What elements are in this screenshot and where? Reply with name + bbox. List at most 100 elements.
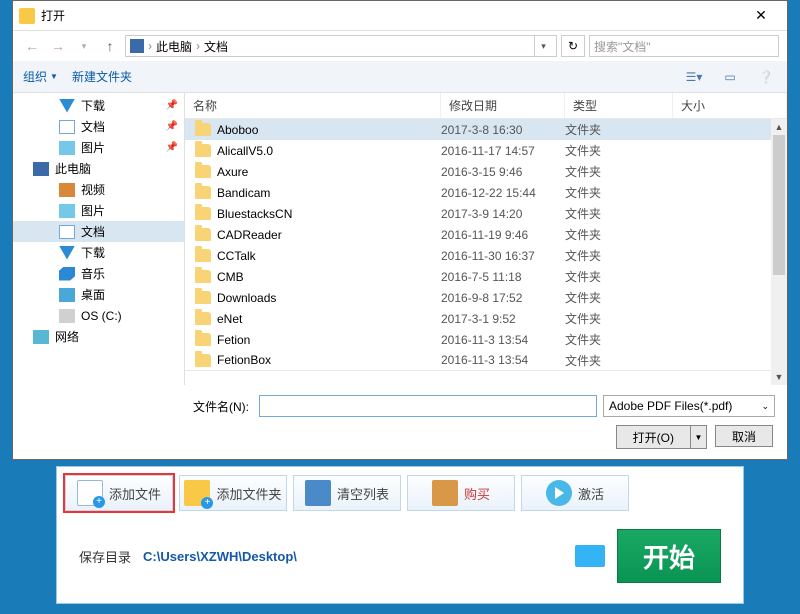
file-name: CMB bbox=[217, 270, 244, 284]
tree-item-label: 网络 bbox=[55, 328, 79, 345]
folder-icon bbox=[195, 354, 211, 367]
tree-文档[interactable]: 文档 bbox=[13, 221, 184, 242]
tree-OS (C:)[interactable]: OS (C:) bbox=[13, 305, 184, 326]
tree-图片[interactable]: 图片 bbox=[13, 200, 184, 221]
file-row[interactable]: Downloads2016-9-8 17:52文件夹 bbox=[185, 287, 787, 308]
mus-icon bbox=[59, 267, 75, 281]
tree-item-label: 下载 bbox=[81, 244, 105, 261]
file-row[interactable]: AlicallV5.02016-11-17 14:57文件夹 bbox=[185, 140, 787, 161]
folder-icon bbox=[195, 123, 211, 136]
file-open-dialog: 打开 ✕ ← → ▾ ↑ › 此电脑 › 文档 ▾ ↻ 搜索"文档" 组织 ▼ … bbox=[12, 0, 788, 460]
folder-icon bbox=[195, 228, 211, 241]
col-date-header[interactable]: 修改日期 bbox=[441, 93, 565, 118]
img-icon bbox=[59, 204, 75, 218]
tree-下载[interactable]: 下载📌 bbox=[13, 95, 184, 116]
file-row[interactable]: Axure2016-3-15 9:46文件夹 bbox=[185, 161, 787, 182]
file-row[interactable]: CCTalk2016-11-30 16:37文件夹 bbox=[185, 245, 787, 266]
pin-icon: 📌 bbox=[166, 121, 178, 132]
tree-音乐[interactable]: 音乐 bbox=[13, 263, 184, 284]
file-type: 文件夹 bbox=[565, 226, 673, 243]
scroll-down-icon[interactable]: ▼ bbox=[771, 369, 787, 385]
file-date: 2017-3-1 9:52 bbox=[441, 312, 565, 326]
organize-menu[interactable]: 组织 ▼ bbox=[23, 68, 58, 85]
file-type-filter[interactable]: Adobe PDF Files(*.pdf)⌄ bbox=[603, 395, 775, 417]
clear-list-button[interactable]: 清空列表 bbox=[293, 475, 401, 511]
view-menu-icon[interactable]: ☰▾ bbox=[683, 66, 705, 88]
file-type: 文件夹 bbox=[565, 205, 673, 222]
file-date: 2016-11-19 9:46 bbox=[441, 228, 565, 242]
close-button[interactable]: ✕ bbox=[741, 7, 781, 24]
tree-网络[interactable]: 网络 bbox=[13, 326, 184, 347]
scrollbar[interactable]: ▲ ▼ bbox=[771, 119, 787, 385]
tree-文档[interactable]: 文档 📌 bbox=[13, 116, 184, 137]
tree-桌面[interactable]: 桌面 bbox=[13, 284, 184, 305]
browse-folder-icon[interactable] bbox=[575, 545, 605, 567]
file-row[interactable]: Aboboo2017-3-8 16:30文件夹 bbox=[185, 119, 787, 140]
activate-button[interactable]: 激活 bbox=[521, 475, 629, 511]
search-input[interactable]: 搜索"文档" bbox=[589, 35, 779, 57]
tree-图片[interactable]: 图片📌 bbox=[13, 137, 184, 158]
preview-pane-icon[interactable]: ▭ bbox=[719, 66, 741, 88]
file-row[interactable]: Bandicam2016-12-22 15:44文件夹 bbox=[185, 182, 787, 203]
file-name: AlicallV5.0 bbox=[217, 144, 273, 158]
breadcrumb-documents[interactable]: 文档 bbox=[204, 38, 228, 55]
tree-item-label: 视频 bbox=[81, 181, 105, 198]
tree-item-label: 下载 bbox=[81, 97, 105, 114]
open-dropdown[interactable]: ▼ bbox=[690, 426, 706, 448]
folder-plus-icon bbox=[184, 480, 210, 506]
breadcrumb-this-pc[interactable]: 此电脑 bbox=[156, 38, 192, 55]
file-date: 2017-3-8 16:30 bbox=[441, 123, 565, 137]
add-folder-button[interactable]: 添加文件夹 bbox=[179, 475, 287, 511]
folder-icon bbox=[195, 312, 211, 325]
file-row[interactable]: eNet2017-3-1 9:52文件夹 bbox=[185, 308, 787, 329]
help-icon[interactable]: ❔ bbox=[755, 66, 777, 88]
folder-icon bbox=[195, 333, 211, 346]
add-file-button[interactable]: 添加文件 bbox=[65, 475, 173, 511]
file-name: Axure bbox=[217, 165, 248, 179]
file-type: 文件夹 bbox=[565, 184, 673, 201]
file-row[interactable]: FetionBox2016-11-3 13:54文件夹 bbox=[185, 350, 787, 371]
filename-input[interactable] bbox=[259, 395, 597, 417]
open-button[interactable]: 打开(O) bbox=[617, 426, 690, 448]
navbar: ← → ▾ ↑ › 此电脑 › 文档 ▾ ↻ 搜索"文档" bbox=[13, 31, 787, 61]
forward-button[interactable]: → bbox=[47, 35, 69, 57]
col-size-header[interactable]: 大小 bbox=[673, 93, 787, 118]
tree-此电脑[interactable]: 此电脑 bbox=[13, 158, 184, 179]
file-row[interactable]: BluestacksCN2017-3-9 14:20文件夹 bbox=[185, 203, 787, 224]
recent-dropdown[interactable]: ▾ bbox=[73, 35, 95, 57]
refresh-button[interactable]: ↻ bbox=[561, 35, 585, 57]
file-row[interactable]: CMB 2016-7-5 11:18文件夹 bbox=[185, 266, 787, 287]
buy-button[interactable]: 购买 bbox=[407, 475, 515, 511]
start-button[interactable]: 开始 bbox=[617, 529, 721, 583]
tree-视频[interactable]: 视频 bbox=[13, 179, 184, 200]
address-dropdown[interactable]: ▾ bbox=[534, 36, 552, 56]
chevron-icon: › bbox=[148, 39, 152, 53]
folder-icon bbox=[195, 144, 211, 157]
up-button[interactable]: ↑ bbox=[99, 35, 121, 57]
col-name-header[interactable]: 名称 bbox=[185, 93, 441, 118]
scroll-thumb[interactable] bbox=[773, 135, 785, 275]
down-icon bbox=[59, 246, 75, 260]
file-date: 2016-11-30 16:37 bbox=[441, 249, 565, 263]
file-type: 文件夹 bbox=[565, 268, 673, 285]
file-date: 2016-7-5 11:18 bbox=[441, 270, 565, 284]
address-bar[interactable]: › 此电脑 › 文档 ▾ bbox=[125, 35, 557, 57]
back-button[interactable]: ← bbox=[21, 35, 43, 57]
file-row[interactable]: Fetion2016-11-3 13:54文件夹 bbox=[185, 329, 787, 350]
tree-下载[interactable]: 下载 bbox=[13, 242, 184, 263]
play-icon bbox=[546, 480, 572, 506]
pc-icon bbox=[33, 162, 49, 176]
tree-item-label: 文档 bbox=[81, 118, 105, 135]
trash-icon bbox=[305, 480, 331, 506]
net-icon bbox=[33, 330, 49, 344]
cancel-button[interactable]: 取消 bbox=[715, 425, 773, 447]
tree-item-label: 此电脑 bbox=[55, 160, 91, 177]
file-name: FetionBox bbox=[217, 353, 271, 367]
down-icon bbox=[59, 99, 75, 113]
dialog-bottom: 文件名(N): Adobe PDF Files(*.pdf)⌄ 打开(O) ▼ … bbox=[13, 385, 787, 459]
new-folder-button[interactable]: 新建文件夹 bbox=[72, 68, 132, 85]
col-type-header[interactable]: 类型 bbox=[565, 93, 673, 118]
scroll-up-icon[interactable]: ▲ bbox=[771, 119, 787, 135]
nav-tree: 下载📌文档📌图片📌此电脑视频图片文档下载音乐桌面OS (C:)网络 bbox=[13, 93, 185, 385]
file-row[interactable]: CADReader2016-11-19 9:46文件夹 bbox=[185, 224, 787, 245]
